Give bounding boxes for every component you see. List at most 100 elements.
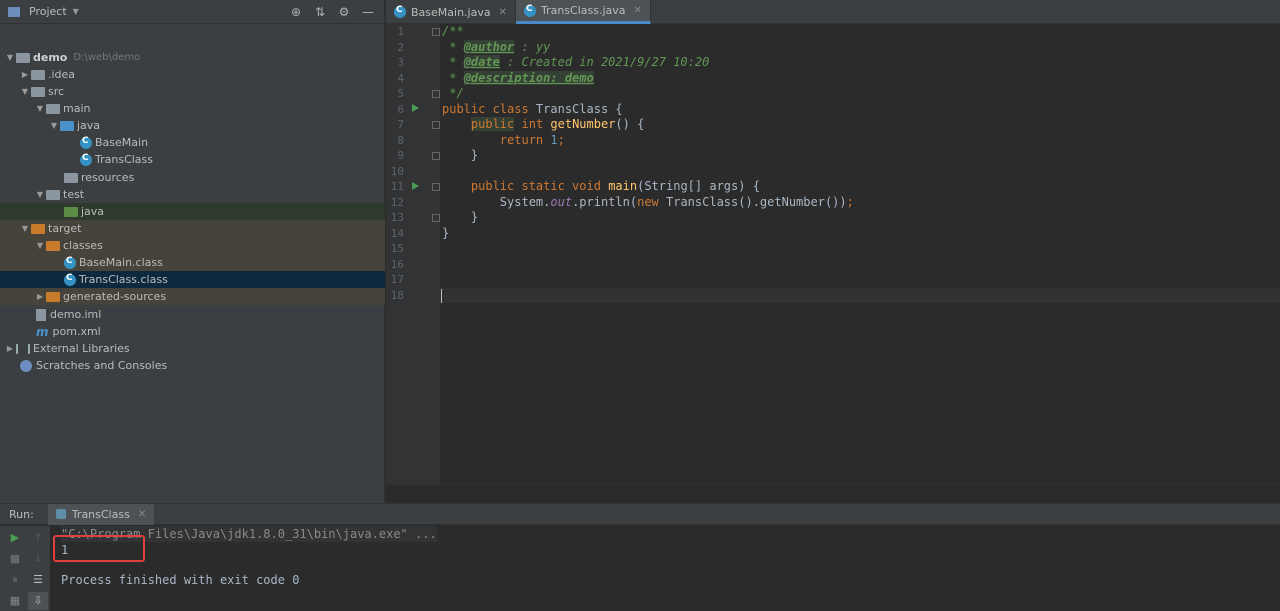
close-icon[interactable]: ✕ <box>499 7 507 18</box>
tree-node-generated-sources[interactable]: ▶ generated-sources <box>0 288 385 305</box>
tree-node-classes[interactable]: ▼ classes <box>0 237 385 254</box>
up-arrow-icon[interactable]: ↑ <box>28 529 48 547</box>
tree-node-java[interactable]: ▼ java <box>0 117 385 134</box>
line-number: 5 <box>397 87 404 100</box>
excluded-folder-icon <box>31 224 45 234</box>
tree-node-demo-iml[interactable]: demo.iml <box>0 306 385 323</box>
expanded-arrow-icon[interactable]: ▼ <box>34 104 46 113</box>
tree-node-scratches[interactable]: Scratches and Consoles <box>0 357 385 374</box>
fold-icon[interactable] <box>432 28 440 36</box>
fold-icon[interactable] <box>432 90 440 98</box>
editor-gutter[interactable]: 1 2 3 4 5 6 7 8 9 10 11 12 13 14 15 16 1… <box>386 24 440 484</box>
line-number: 4 <box>397 71 404 85</box>
tree-node-pom-xml[interactable]: m pom.xml <box>0 323 385 340</box>
tree-node-main[interactable]: ▼ main <box>0 100 385 117</box>
tab-basemain-java[interactable]: BaseMain.java ✕ <box>386 0 516 24</box>
expanded-arrow-icon[interactable]: ▼ <box>4 53 16 62</box>
tree-node-src[interactable]: ▼ src <box>0 83 385 100</box>
line-number: 1 <box>397 25 404 38</box>
expanded-arrow-icon[interactable]: ▼ <box>34 190 46 199</box>
code-line-4: * @description: demo <box>442 70 594 87</box>
fold-icon[interactable] <box>432 152 440 160</box>
tree-node-basemain-class[interactable]: BaseMain.class <box>0 254 385 271</box>
code-token: * <box>442 70 464 85</box>
text-caret <box>441 288 442 303</box>
close-icon[interactable]: ✕ <box>138 509 146 520</box>
line-number: 14 <box>390 226 404 240</box>
tree-label: BaseMain.class <box>79 256 163 269</box>
line-number: 18 <box>390 288 404 302</box>
close-icon[interactable]: ✕ <box>634 5 642 16</box>
tree-label: demo <box>33 51 68 64</box>
soft-wrap-icon[interactable]: ☰ <box>28 571 48 589</box>
code-token: } <box>442 148 479 162</box>
expanded-arrow-icon[interactable]: ▼ <box>48 121 60 130</box>
tree-node-basemain[interactable]: BaseMain <box>0 134 385 151</box>
tree-node-transclass-class[interactable]: TransClass.class <box>0 271 385 288</box>
code-line-6: public class TransClass { <box>442 102 623 118</box>
run-panel-header: Run: TransClass ✕ <box>0 503 1280 525</box>
scroll-to-end-icon[interactable]: ⇩ <box>28 592 48 610</box>
layout-icon[interactable]: ▦ <box>5 592 25 610</box>
minimize-icon[interactable]: — <box>356 5 380 19</box>
module-folder-icon <box>16 53 30 63</box>
stop-icon[interactable]: ■ <box>5 550 25 568</box>
rerun-icon[interactable]: ▶ <box>5 529 25 547</box>
number-literal: 1 <box>550 132 558 147</box>
excluded-folder-icon <box>46 241 60 251</box>
line-number: 10 <box>390 164 404 178</box>
run-tab-transclass[interactable]: TransClass ✕ <box>47 503 155 525</box>
expanded-arrow-icon[interactable]: ▼ <box>34 241 46 250</box>
collapse-all-icon[interactable]: ⇅ <box>308 5 332 19</box>
code-line-14: } <box>442 226 449 242</box>
tree-label: demo.iml <box>50 308 102 321</box>
class-icon <box>523 4 536 17</box>
run-main-icon[interactable] <box>412 182 419 190</box>
class-icon <box>80 153 92 166</box>
down-arrow-icon[interactable]: ↓ <box>28 550 48 568</box>
expanded-arrow-icon[interactable]: ▼ <box>19 87 31 96</box>
tree-node-transclass[interactable]: TransClass <box>0 151 385 168</box>
tab-transclass-java[interactable]: TransClass.java ✕ <box>515 0 651 24</box>
fold-icon[interactable] <box>432 121 440 129</box>
code-token: System. <box>442 194 551 209</box>
run-toolbar: ▶ ↑ ■ ↓ ⏸ ☰ ▦ ⇩ <box>0 526 50 611</box>
code-token: .println( <box>572 194 638 209</box>
resources-folder-icon <box>64 173 78 183</box>
folder-icon <box>31 70 45 80</box>
tree-label: generated-sources <box>63 290 167 303</box>
collapsed-arrow-icon[interactable]: ▶ <box>34 292 46 301</box>
tree-node-external-libraries[interactable]: ▶ External Libraries <box>0 340 385 357</box>
expanded-arrow-icon[interactable]: ▼ <box>19 224 31 233</box>
run-class-icon[interactable] <box>412 104 419 112</box>
code-token: TransClass().getNumber()) <box>666 194 847 209</box>
tree-node-target[interactable]: ▼ target <box>0 220 385 237</box>
iml-file-icon <box>36 308 46 321</box>
collapsed-arrow-icon[interactable]: ▶ <box>4 344 16 353</box>
tree-node-test[interactable]: ▼ test <box>0 186 385 203</box>
console-output[interactable]: "C:\Program Files\Java\jdk1.8.0_31\bin\j… <box>50 526 1280 611</box>
excluded-folder-icon <box>46 292 60 302</box>
chevron-down-icon[interactable]: ▼ <box>73 7 79 16</box>
code-line-3: * @date : Created in 2021/9/27 10:20 <box>442 55 709 71</box>
line-number: 3 <box>397 56 404 69</box>
gear-icon[interactable]: ⚙ <box>332 5 356 19</box>
horizontal-scrollbar[interactable] <box>386 484 1280 503</box>
keyword: return <box>499 132 551 147</box>
fold-icon[interactable] <box>432 214 440 222</box>
folder-icon <box>31 87 45 97</box>
tree-node-idea[interactable]: ▶ .idea <box>0 66 385 83</box>
code-area[interactable]: /** * @author : yy * @date : Created in … <box>440 24 1280 484</box>
tree-node-test-java[interactable]: java <box>0 203 385 220</box>
tree-node-demo[interactable]: ▼ demo D:\web\demo <box>0 49 385 66</box>
fold-icon[interactable] <box>432 183 440 191</box>
code-line-8: return 1; <box>442 133 565 149</box>
locate-icon[interactable]: ⊕ <box>284 5 308 19</box>
collapsed-arrow-icon[interactable]: ▶ <box>19 70 31 79</box>
pause-icon[interactable]: ⏸ <box>5 571 25 589</box>
project-panel-title[interactable]: Project <box>29 5 67 18</box>
tree-node-resources[interactable]: resources <box>0 169 385 186</box>
class-file-icon <box>64 273 76 286</box>
code-editor[interactable]: BaseMain.java ✕ TransClass.java ✕ 1 2 3 … <box>386 0 1280 503</box>
tab-label: TransClass.java <box>540 4 626 17</box>
